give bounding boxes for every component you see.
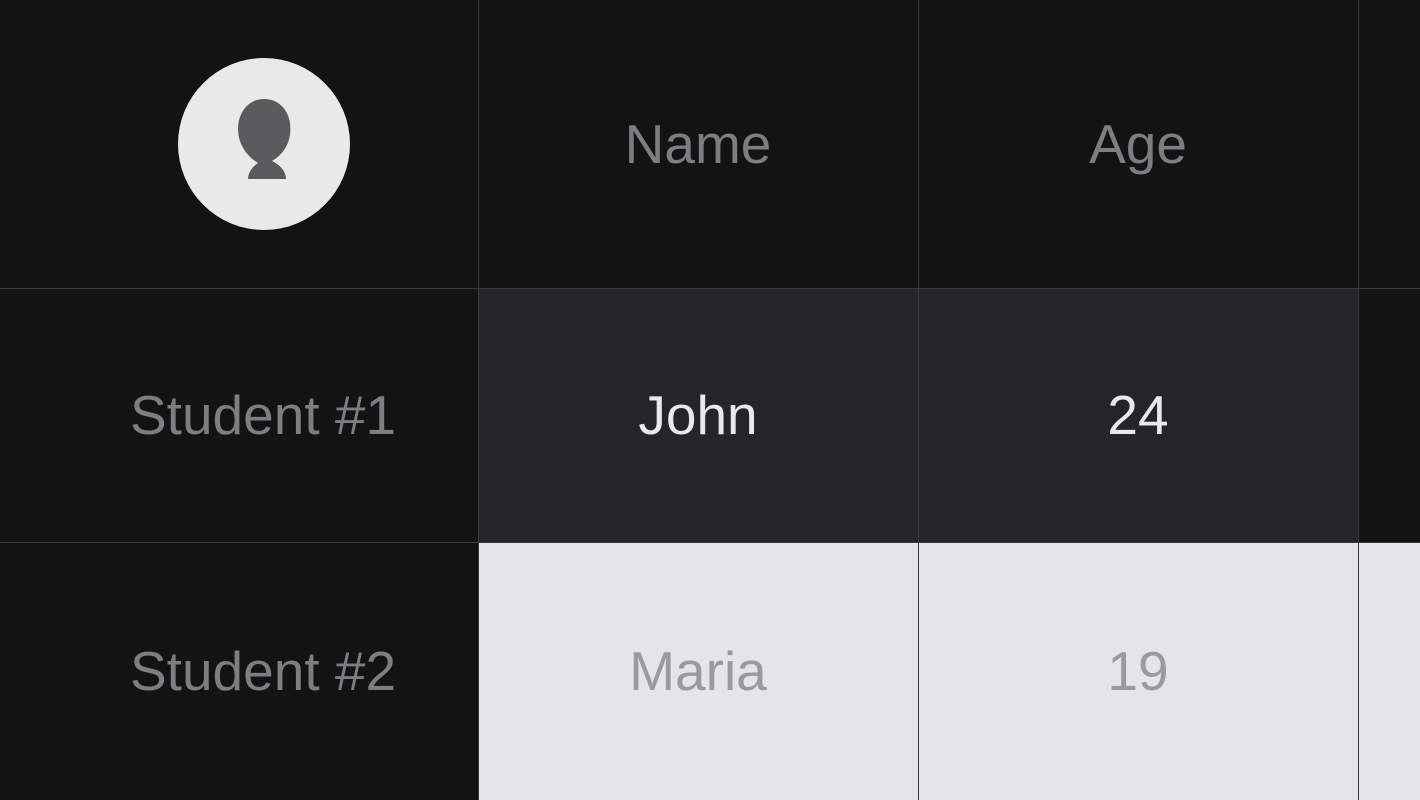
column-header-tail: [1358, 0, 1420, 288]
row-label: Student #1: [130, 384, 396, 446]
column-header-label: Age: [1089, 113, 1187, 175]
tail-cell: [1358, 288, 1420, 542]
table-row: Student #1 John 24: [0, 288, 1420, 542]
name-cell: Maria: [478, 542, 918, 800]
avatar-header-cell: [0, 0, 478, 288]
students-table: Name Age Student #1 John 24 Student #2 M…: [0, 0, 1420, 800]
age-value: 24: [1107, 384, 1168, 446]
table-row: Student #2 Maria 19: [0, 542, 1420, 800]
age-value: 19: [1107, 640, 1168, 702]
table-header-row: Name Age: [0, 0, 1420, 288]
column-header-label: Name: [625, 113, 772, 175]
name-cell: John: [478, 288, 918, 542]
tail-cell: [1358, 542, 1420, 800]
person-icon: [214, 87, 314, 200]
row-label-cell: Student #1: [0, 288, 478, 542]
age-cell: 24: [918, 288, 1358, 542]
name-value: John: [638, 384, 757, 446]
person-avatar: [178, 58, 350, 230]
column-header-name: Name: [478, 0, 918, 288]
row-label-cell: Student #2: [0, 542, 478, 800]
column-header-age: Age: [918, 0, 1358, 288]
name-value: Maria: [629, 640, 767, 702]
row-label: Student #2: [130, 640, 396, 702]
age-cell: 19: [918, 542, 1358, 800]
